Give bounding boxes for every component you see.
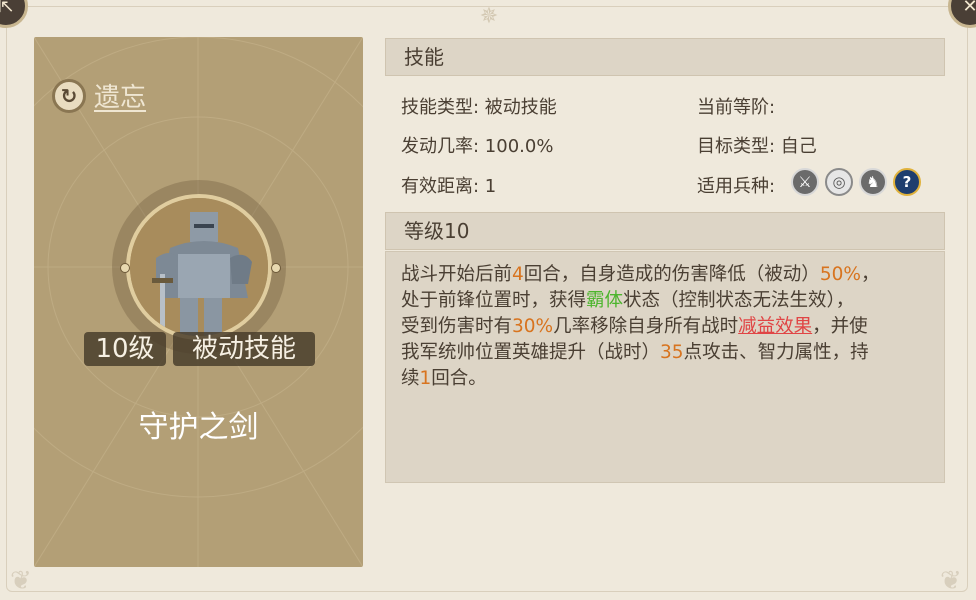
ornament-icon: ❦ <box>940 566 962 596</box>
unit-types-label: 适用兵种: <box>697 176 776 197</box>
trigger-rate-info: 发动几率: 100.0% <box>401 136 554 157</box>
skill-section-header: 技能 <box>385 38 945 76</box>
description-line: 战斗开始后前4回合，自身造成的伤害降低（被动）50%， <box>401 264 880 285</box>
skill-card: ↻ 遗忘 10级 被动技能 守护之剑 <box>34 37 363 567</box>
refresh-icon: ↻ <box>52 78 86 113</box>
description-line: 处于前锋位置时，获得霸体状态（控制状态无法生效）， <box>401 290 855 311</box>
skill-description: 战斗开始后前4回合，自身造成的伤害降低（被动）50%， 处于前锋位置时，获得霸体… <box>401 262 931 392</box>
target-type-info: 目标类型: 自己 <box>697 136 817 157</box>
superarmor-keyword: 霸体 <box>586 290 624 311</box>
ornament-icon: ❦ <box>10 566 32 596</box>
debuff-link[interactable]: 减益效果 <box>738 316 812 337</box>
bow-target-unit-icon[interactable]: ◎ <box>825 168 853 196</box>
skill-name: 守护之剑 <box>138 410 259 445</box>
skill-portrait <box>126 194 272 340</box>
effective-range-info: 有效距离: 1 <box>401 176 497 197</box>
question-unit-icon[interactable]: ? <box>893 168 921 196</box>
close-icon: ✕ <box>962 0 976 17</box>
unit-type-icons: ⚔ ◎ ♞ ? <box>791 168 921 196</box>
compass-icon: ✵ <box>479 4 499 29</box>
description-line: 受到伤害时有30%几率移除自身所有战时减益效果，并使 <box>401 316 868 337</box>
sword-unit-icon[interactable]: ⚔ <box>791 168 819 196</box>
forget-label: 遗忘 <box>94 83 147 113</box>
knight-icon <box>130 198 268 336</box>
forget-button[interactable]: ↻ 遗忘 <box>52 77 146 114</box>
description-line: 续1回合。 <box>401 368 487 389</box>
level-section-header: 等级10 <box>385 212 945 250</box>
exit-icon: ⇱ <box>0 0 14 17</box>
skill-type-tag: 被动技能 <box>173 332 315 366</box>
ring-ornament <box>120 263 130 273</box>
level-tag: 10级 <box>84 332 166 366</box>
horse-unit-icon[interactable]: ♞ <box>859 168 887 196</box>
ring-ornament <box>271 263 281 273</box>
skill-type-info: 技能类型: 被动技能 <box>401 97 557 118</box>
description-line: 我军统帅位置英雄提升（战时）35点攻击、智力属性，持 <box>401 342 869 363</box>
current-grade-info: 当前等阶: <box>697 97 776 118</box>
